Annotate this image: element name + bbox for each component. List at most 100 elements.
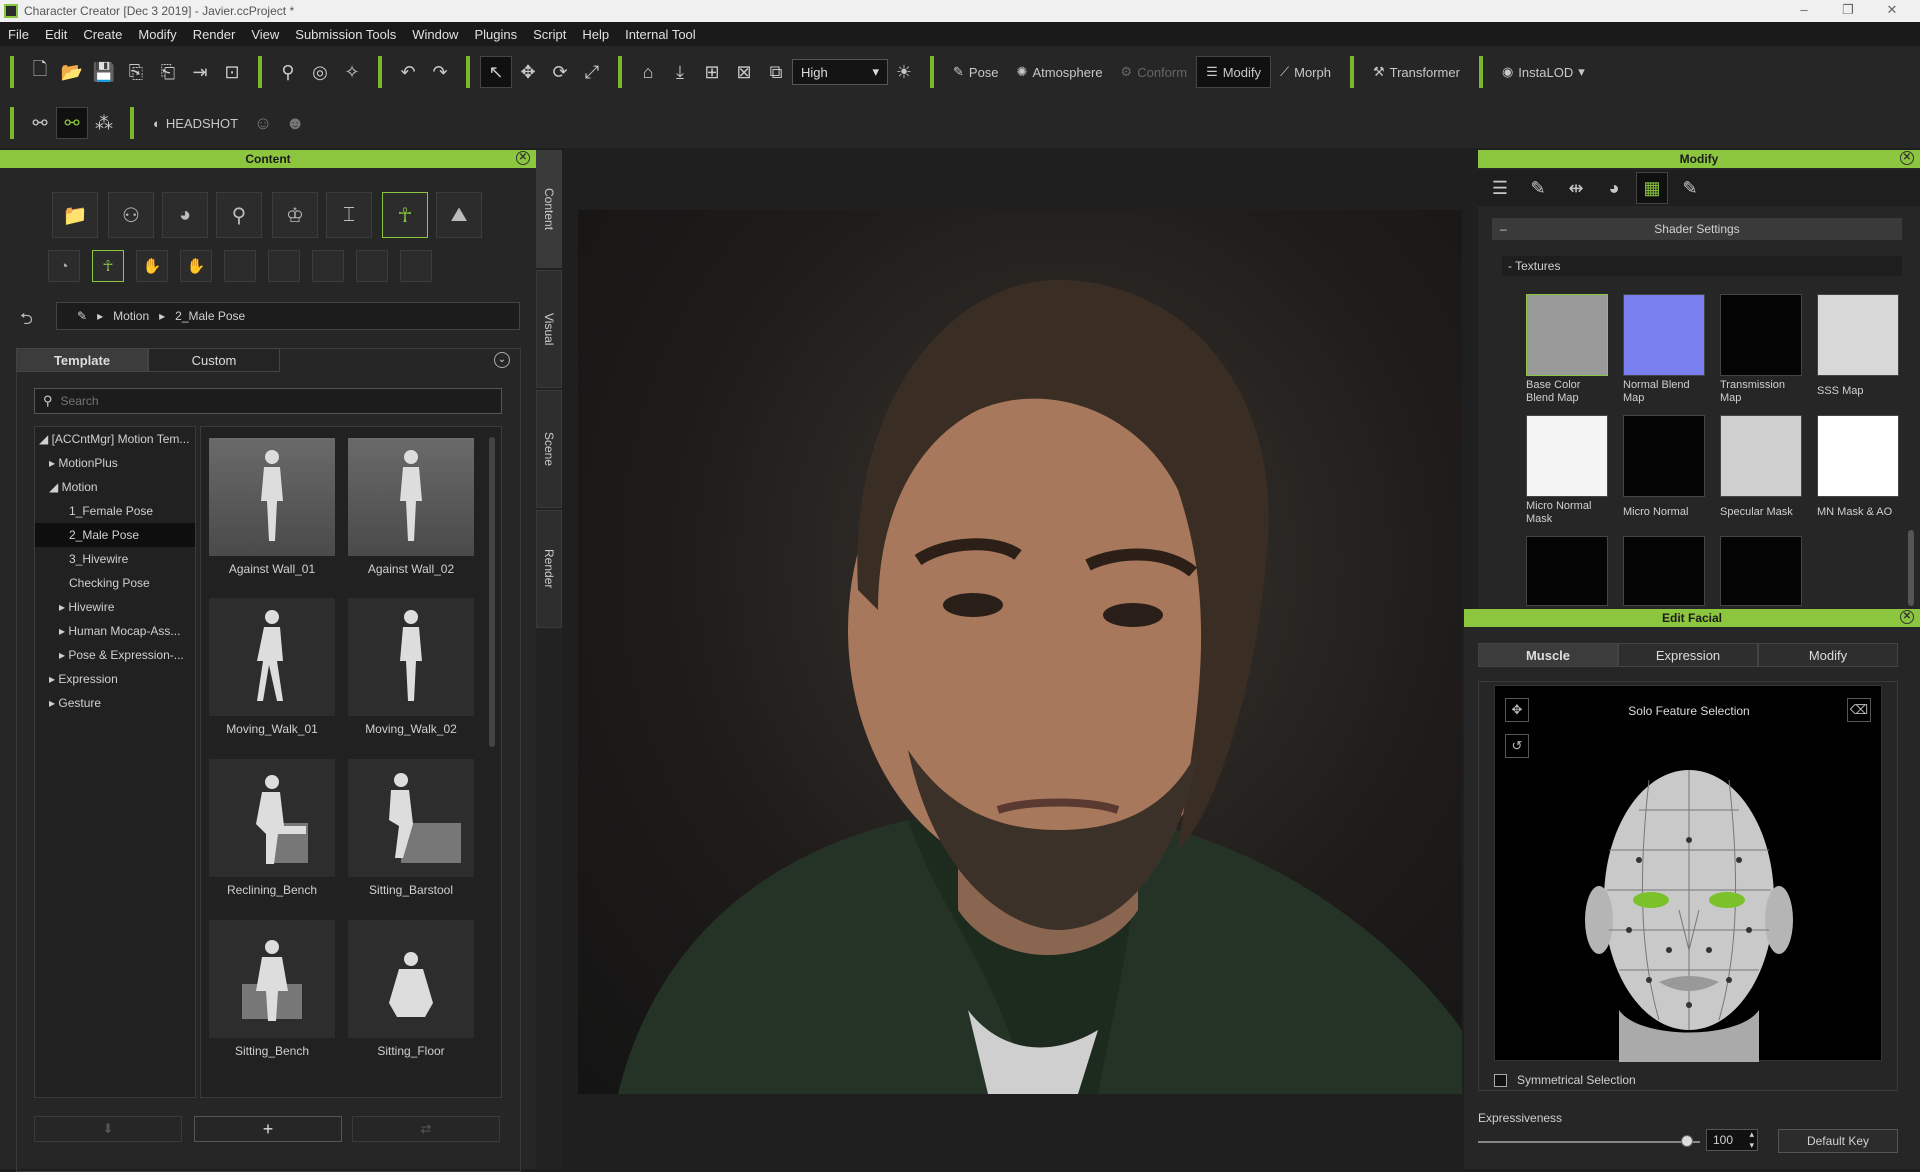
- rotate-icon[interactable]: ⟳: [544, 56, 576, 88]
- modify-button[interactable]: ☰ Modify: [1196, 56, 1272, 88]
- tree-item-human-mocap[interactable]: ▸ Human Mocap-Ass...: [35, 619, 195, 643]
- menu-render[interactable]: Render: [185, 27, 244, 42]
- folder-icon[interactable]: 📁: [52, 192, 98, 238]
- pose-button[interactable]: ✎ Pose: [944, 56, 1008, 88]
- tree-item-motionplus[interactable]: ▸ MotionPlus: [35, 451, 195, 475]
- restore-button[interactable]: ❐: [1826, 0, 1870, 22]
- open-folder-icon[interactable]: 📂: [56, 56, 88, 88]
- download-button[interactable]: ⬇: [34, 1116, 182, 1142]
- undo-icon[interactable]: ↶: [392, 56, 424, 88]
- pose-thumbnail[interactable]: Sitting_Barstool: [348, 759, 474, 909]
- redo-icon[interactable]: ↷: [424, 56, 456, 88]
- close-icon[interactable]: ✕: [1900, 151, 1914, 165]
- frame-selected-icon[interactable]: ⊞: [696, 56, 728, 88]
- tab-content[interactable]: Content: [536, 150, 562, 268]
- tab-expression[interactable]: Expression: [1618, 643, 1758, 667]
- texture-slot[interactable]: MN Mask & AO: [1817, 415, 1901, 519]
- pose-thumbnail[interactable]: Against Wall_01: [209, 438, 335, 588]
- body-icon[interactable]: ⚇: [108, 192, 154, 238]
- tree-item-hivewire[interactable]: ▸ Hivewire: [35, 595, 195, 619]
- menu-submission-tools[interactable]: Submission Tools: [287, 27, 404, 42]
- tree-item-motion[interactable]: ◢ Motion: [35, 475, 195, 499]
- shader-settings-header[interactable]: – Shader Settings: [1492, 218, 1902, 240]
- texture-slot[interactable]: Base Color Blend Map: [1526, 294, 1610, 405]
- search-input[interactable]: [60, 394, 461, 408]
- motion-icon[interactable]: ✎: [1674, 172, 1706, 204]
- move-icon[interactable]: ✥: [512, 56, 544, 88]
- close-icon[interactable]: ✕: [516, 151, 530, 165]
- tab-custom[interactable]: Custom: [148, 348, 280, 372]
- character-render[interactable]: [578, 210, 1462, 1094]
- pose-thumbnail[interactable]: Sitting_Bench: [209, 920, 335, 1070]
- options-chevron-icon[interactable]: ⌄: [494, 352, 510, 368]
- stepper-icon[interactable]: ▴ ▾: [1749, 1129, 1754, 1151]
- breadcrumb-motion[interactable]: Motion: [113, 309, 149, 323]
- expressiveness-input[interactable]: 100 ▴ ▾: [1706, 1129, 1758, 1151]
- accessory-icon[interactable]: ⌶: [326, 192, 372, 238]
- tree-item-pose-expression[interactable]: ▸ Pose & Expression-...: [35, 643, 195, 667]
- body-pose-icon[interactable]: ☥: [92, 250, 124, 282]
- empty-slot-icon[interactable]: [312, 250, 344, 282]
- save-icon[interactable]: 💾: [88, 56, 120, 88]
- texture-swatch[interactable]: [1526, 536, 1608, 606]
- textures-header[interactable]: - Textures: [1502, 256, 1902, 276]
- expressiveness-slider-handle[interactable]: [1681, 1135, 1693, 1147]
- head-mesh-icon[interactable]: ☻: [279, 107, 311, 139]
- tree-item-hivewire-3[interactable]: 3_Hivewire: [35, 547, 195, 571]
- scale-icon[interactable]: ⤢: [576, 56, 608, 88]
- group-icon[interactable]: ⁂: [88, 107, 120, 139]
- menu-script[interactable]: Script: [525, 27, 574, 42]
- empty-slot-icon[interactable]: [356, 250, 388, 282]
- texture-swatch[interactable]: [1720, 536, 1802, 606]
- default-key-button[interactable]: Default Key: [1778, 1129, 1898, 1153]
- pose-thumbnail[interactable]: Against Wall_02: [348, 438, 474, 588]
- atmosphere-button[interactable]: ✺ Atmosphere: [1008, 56, 1112, 88]
- pose-thumbnail[interactable]: Reclining_Bench: [209, 759, 335, 909]
- new-file-icon[interactable]: 🗋: [24, 56, 56, 88]
- character-icon[interactable]: ⚲: [272, 56, 304, 88]
- tab-facial-modify[interactable]: Modify: [1758, 643, 1898, 667]
- texture-slot[interactable]: Specular Mask: [1720, 415, 1804, 519]
- exit-icon[interactable]: ⇥: [184, 56, 216, 88]
- cloth-icon[interactable]: ⚲: [216, 192, 262, 238]
- tab-template[interactable]: Template: [16, 348, 148, 372]
- tree-item-motion-template[interactable]: ◢ [ACCntMgr] Motion Tem...: [35, 427, 195, 451]
- tab-muscle[interactable]: Muscle: [1478, 643, 1618, 667]
- select-arrow-icon[interactable]: ↖: [480, 56, 512, 88]
- texture-slot[interactable]: SSS Map: [1817, 294, 1901, 398]
- package-icon[interactable]: ⊡: [216, 56, 248, 88]
- instalod-button[interactable]: ◉ InstaLOD ▾: [1493, 56, 1594, 88]
- transform-icon[interactable]: ⇹: [1560, 172, 1592, 204]
- menu-file[interactable]: File: [0, 27, 37, 42]
- texture-swatch[interactable]: [1623, 536, 1705, 606]
- tab-render[interactable]: Render: [536, 510, 562, 628]
- gesture-icon[interactable]: ✋: [136, 250, 168, 282]
- tree-item-female-pose[interactable]: 1_Female Pose: [35, 499, 195, 523]
- menu-window[interactable]: Window: [404, 27, 466, 42]
- pose-thumbnail[interactable]: Moving_Walk_02: [348, 598, 474, 748]
- symmetrical-checkbox[interactable]: [1494, 1073, 1507, 1087]
- textures-scrollbar[interactable]: [1908, 530, 1914, 606]
- reset-view-icon[interactable]: ↺: [1505, 734, 1529, 758]
- tree-item-gesture[interactable]: ▸ Gesture: [35, 691, 195, 715]
- hand-icon[interactable]: ✋: [180, 250, 212, 282]
- tree-item-expression[interactable]: ▸ Expression: [35, 667, 195, 691]
- texture-slot[interactable]: Micro Normal: [1623, 415, 1707, 519]
- pose-thumbnail[interactable]: Moving_Walk_01: [209, 598, 335, 748]
- fit-camera-icon[interactable]: ⤓: [664, 56, 696, 88]
- face-muscle-viewport[interactable]: ✥ ↺ ⌫ Solo Feature Selection: [1494, 685, 1882, 1062]
- texture-slot[interactable]: Micro Normal Mask: [1526, 415, 1610, 526]
- tree-item-male-pose[interactable]: 2_Male Pose: [35, 523, 195, 547]
- menu-view[interactable]: View: [243, 27, 287, 42]
- grid-scrollbar[interactable]: [489, 437, 495, 747]
- tab-scene[interactable]: Scene: [536, 390, 562, 508]
- replace-button[interactable]: ⇄: [352, 1116, 500, 1142]
- texture-checker-icon[interactable]: ▦: [1636, 172, 1668, 204]
- minimize-button[interactable]: –: [1782, 0, 1826, 22]
- menu-plugins[interactable]: Plugins: [466, 27, 525, 42]
- head-profile-icon[interactable]: ☺: [247, 107, 279, 139]
- expressiveness-slider-track[interactable]: [1478, 1141, 1700, 1143]
- sliders-icon[interactable]: ☰: [1484, 172, 1516, 204]
- tab-visual[interactable]: Visual: [536, 270, 562, 388]
- 3d-viewport[interactable]: [562, 150, 1478, 1169]
